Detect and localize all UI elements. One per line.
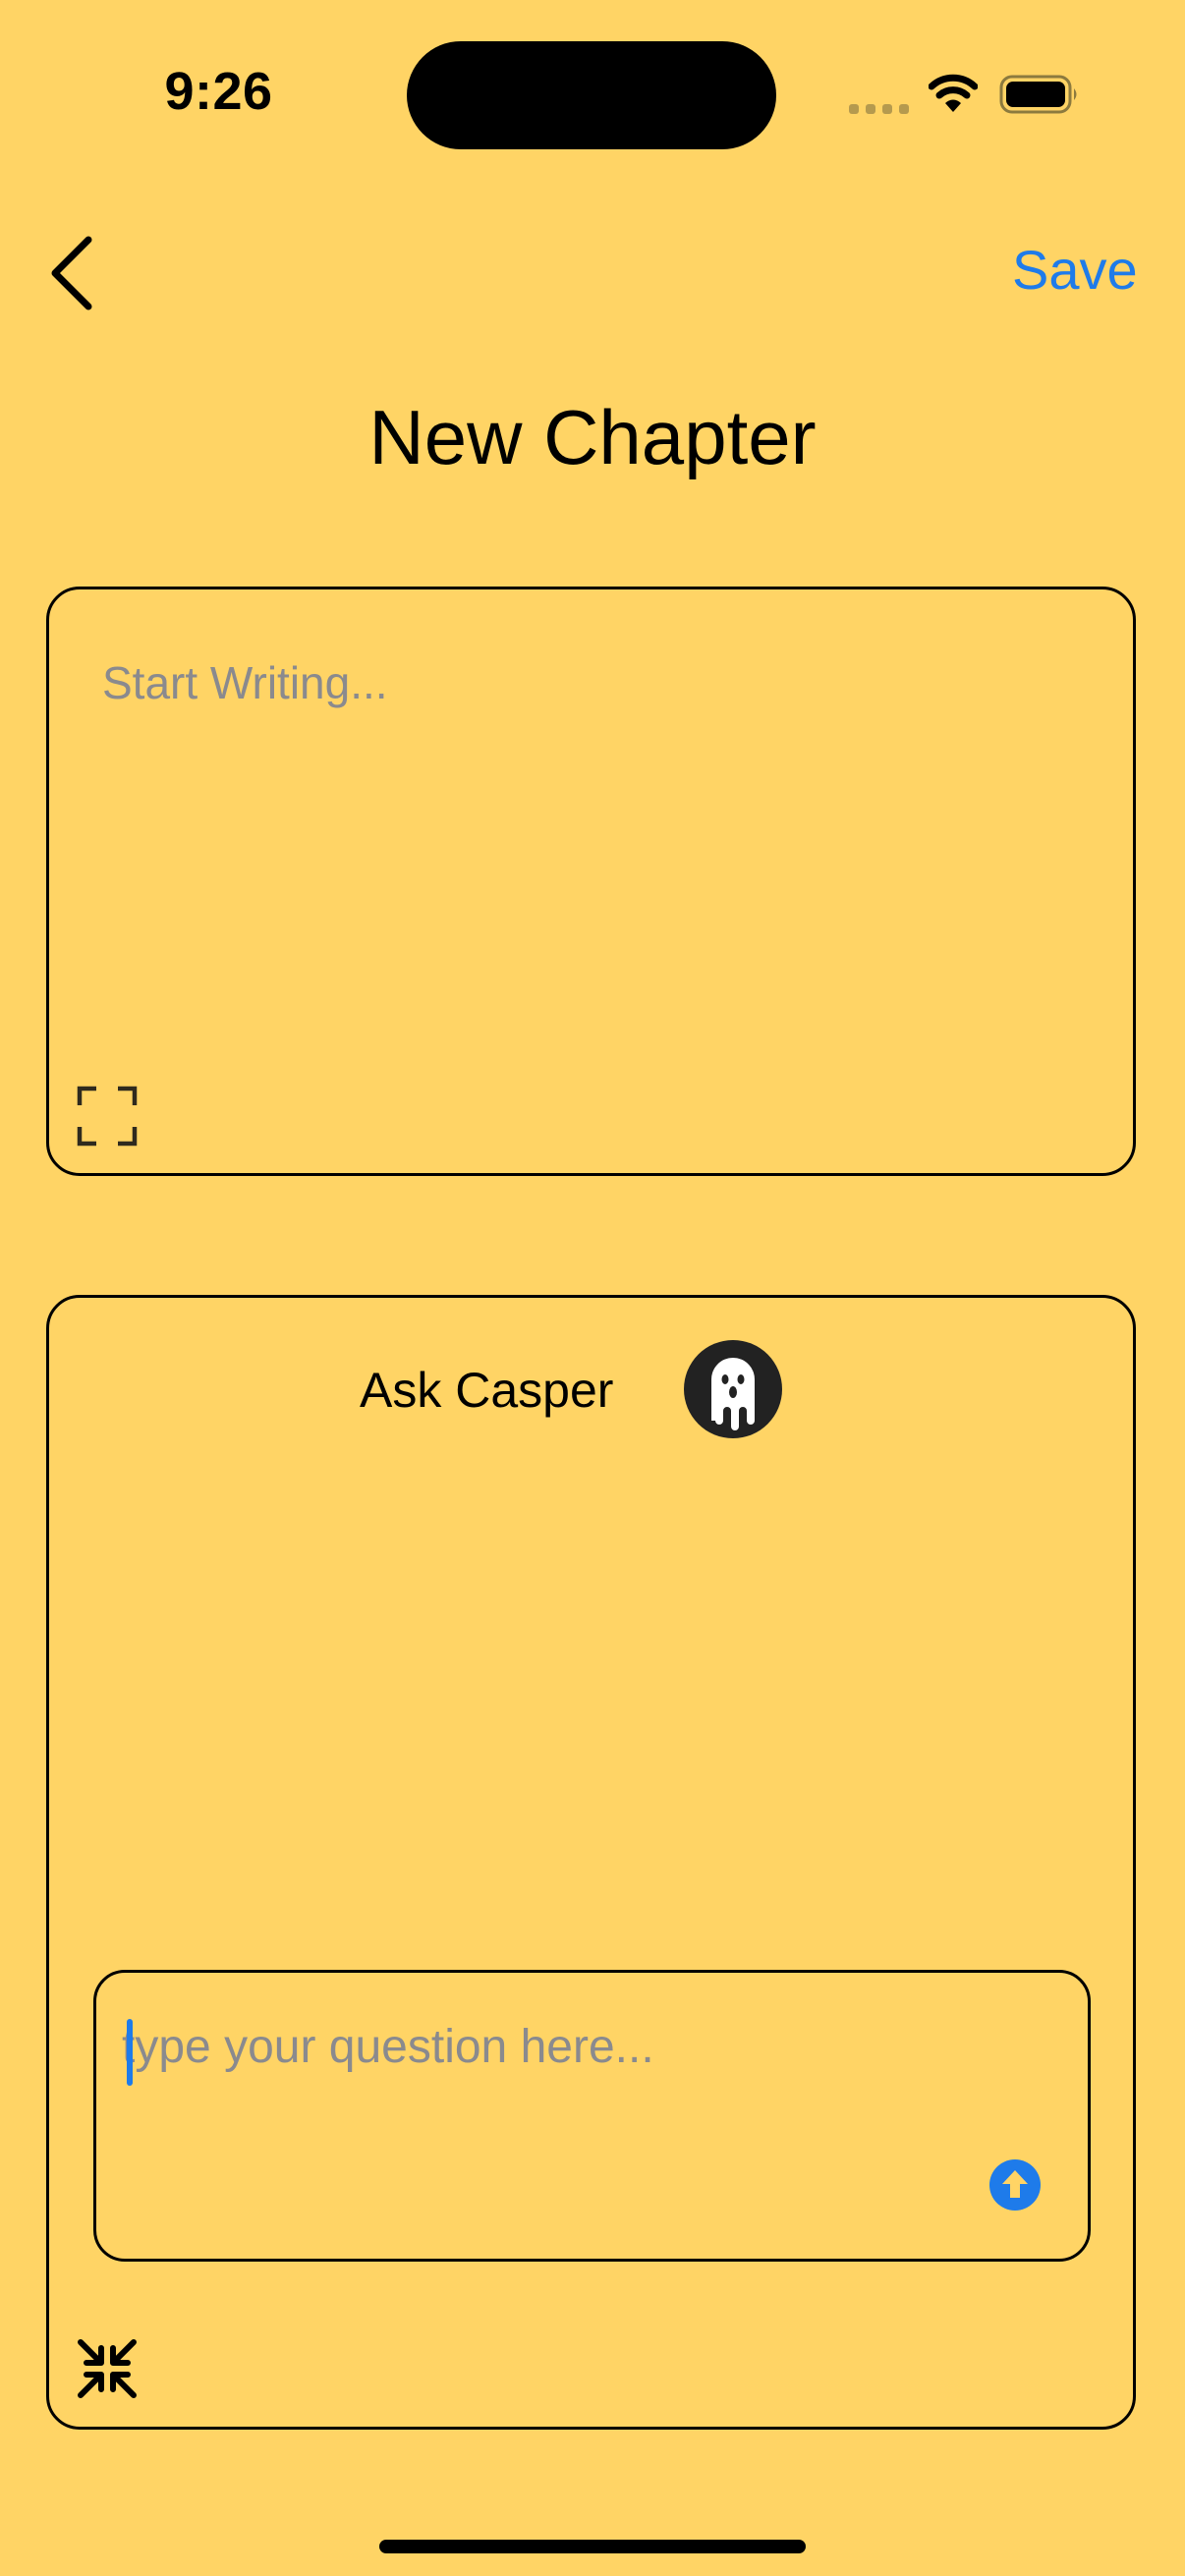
question-input[interactable] bbox=[93, 1970, 1091, 2262]
ask-casper-title: Ask Casper bbox=[360, 1363, 614, 1418]
question-placeholder: type your question here... bbox=[122, 2021, 654, 2073]
writing-placeholder: Start Writing... bbox=[102, 657, 388, 708]
save-button[interactable]: Save bbox=[1012, 238, 1138, 302]
collapse-icon[interactable] bbox=[75, 2336, 140, 2401]
text-cursor bbox=[127, 2019, 133, 2086]
wifi-icon bbox=[929, 74, 978, 112]
signal-icon bbox=[849, 104, 909, 114]
home-indicator[interactable] bbox=[379, 2540, 806, 2553]
dynamic-island bbox=[407, 41, 776, 149]
page-title: New Chapter bbox=[368, 394, 817, 480]
arrow-up-circle-icon[interactable] bbox=[988, 2158, 1042, 2212]
battery-icon bbox=[999, 75, 1077, 114]
status-time: 9:26 bbox=[164, 62, 273, 121]
expand-icon[interactable] bbox=[77, 1086, 138, 1147]
ghost-icon bbox=[684, 1340, 782, 1438]
chevron-left-icon[interactable] bbox=[47, 234, 98, 312]
